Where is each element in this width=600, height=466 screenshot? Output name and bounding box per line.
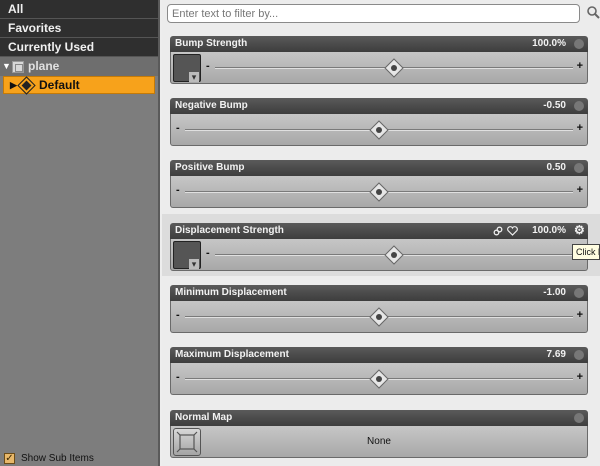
show-sub-items-label: Show Sub Items xyxy=(21,453,94,464)
decrement-button[interactable]: - xyxy=(176,371,180,383)
property-name: Bump Strength xyxy=(175,38,248,49)
tooltip: Click h xyxy=(572,244,600,260)
property-header: Minimum Displacement -1.00 xyxy=(170,285,588,301)
slider-knob-icon[interactable] xyxy=(369,182,389,202)
increment-button[interactable]: + xyxy=(577,60,583,72)
category-favorites[interactable]: Favorites xyxy=(0,19,158,38)
heart-icon[interactable] xyxy=(507,226,518,236)
decrement-button[interactable]: - xyxy=(176,309,180,321)
property-header: Positive Bump 0.50 xyxy=(170,160,588,176)
slider-knob-icon[interactable] xyxy=(384,245,404,265)
property-name: Normal Map xyxy=(175,412,233,423)
property-value[interactable]: -0.50 xyxy=(543,98,566,114)
decrement-button[interactable]: - xyxy=(176,122,180,134)
slider-body[interactable]: - + xyxy=(170,176,588,208)
property-normal-map: Normal Map None xyxy=(170,410,588,458)
image-map-value: None xyxy=(367,436,391,447)
filter-input[interactable] xyxy=(167,4,580,23)
show-sub-items-toggle[interactable]: ✓ Show Sub Items xyxy=(4,453,94,464)
filter-row xyxy=(162,0,600,28)
slider-knob-icon[interactable] xyxy=(369,369,389,389)
tree-item-default[interactable]: ▶ Default xyxy=(3,75,155,95)
slider-body[interactable]: - + xyxy=(170,363,588,395)
property-value[interactable]: 7.69 xyxy=(547,347,566,363)
decrement-button[interactable]: - xyxy=(206,247,210,259)
property-value[interactable]: 0.50 xyxy=(547,160,566,176)
checkbox-checked-icon[interactable]: ✓ xyxy=(4,453,15,464)
gear-icon[interactable] xyxy=(574,39,584,49)
property-header: Normal Map xyxy=(170,410,588,426)
property-header: Negative Bump -0.50 xyxy=(170,98,588,114)
slider-body[interactable]: - + xyxy=(170,301,588,333)
property-bump-strength: Bump Strength 100.0% - + xyxy=(170,36,588,84)
slider-body[interactable]: - + xyxy=(170,52,588,84)
slider-body[interactable]: - + xyxy=(170,114,588,146)
image-map-button[interactable] xyxy=(173,241,201,269)
property-header: Maximum Displacement 7.69 xyxy=(170,347,588,363)
material-icon xyxy=(17,75,36,95)
property-positive-bump: Positive Bump 0.50 - + xyxy=(170,160,588,208)
property-panel: Bump Strength 100.0% - + Negative Bump -… xyxy=(162,0,600,466)
increment-button[interactable]: + xyxy=(577,309,583,321)
property-name: Positive Bump xyxy=(175,162,245,173)
property-displacement-strength: Displacement Strength 100.0% ⚙ - + xyxy=(170,223,588,271)
tree-node-label: plane xyxy=(28,59,60,73)
increment-button[interactable]: + xyxy=(577,122,583,134)
slider-body[interactable]: - + xyxy=(170,239,588,271)
gear-icon[interactable] xyxy=(574,163,584,173)
tree-node-plane[interactable]: ▼ plane xyxy=(0,57,158,76)
image-map-body[interactable]: None xyxy=(170,426,588,458)
property-icons xyxy=(493,226,518,236)
increment-button[interactable]: + xyxy=(577,184,583,196)
gear-icon[interactable] xyxy=(574,413,584,423)
property-value[interactable]: 100.0% xyxy=(532,36,566,52)
slider-knob-icon[interactable] xyxy=(369,120,389,140)
property-header: Displacement Strength 100.0% ⚙ xyxy=(170,223,588,239)
category-currently-used[interactable]: Currently Used xyxy=(0,38,158,57)
expand-down-icon[interactable]: ▼ xyxy=(2,57,11,76)
property-name: Maximum Displacement xyxy=(175,349,289,360)
search-icon[interactable] xyxy=(586,5,600,19)
decrement-button[interactable]: - xyxy=(206,60,210,72)
slider-knob-icon[interactable] xyxy=(384,58,404,78)
gear-icon[interactable] xyxy=(574,101,584,111)
image-map-button[interactable] xyxy=(173,54,201,82)
decrement-button[interactable]: - xyxy=(176,184,180,196)
gear-icon[interactable] xyxy=(574,350,584,360)
category-all[interactable]: All xyxy=(0,0,158,19)
property-name: Negative Bump xyxy=(175,100,248,111)
property-minimum-displacement: Minimum Displacement -1.00 - + xyxy=(170,285,588,333)
link-icon[interactable] xyxy=(493,226,503,236)
property-value[interactable]: -1.00 xyxy=(543,285,566,301)
slider-knob-icon[interactable] xyxy=(369,307,389,327)
property-maximum-displacement: Maximum Displacement 7.69 - + xyxy=(170,347,588,395)
cube-icon xyxy=(12,60,24,73)
increment-button[interactable]: + xyxy=(577,371,583,383)
property-value[interactable]: 100.0% xyxy=(532,223,566,239)
property-negative-bump: Negative Bump -0.50 - + xyxy=(170,98,588,146)
tree-item-label: Default xyxy=(39,78,80,92)
category-panel: All Favorites Currently Used ▼ plane ▶ D… xyxy=(0,0,160,466)
property-name: Minimum Displacement xyxy=(175,287,287,298)
property-header: Bump Strength 100.0% xyxy=(170,36,588,52)
gear-icon[interactable] xyxy=(574,288,584,298)
property-name: Displacement Strength xyxy=(175,225,284,236)
gear-icon[interactable]: ⚙ xyxy=(574,224,585,236)
